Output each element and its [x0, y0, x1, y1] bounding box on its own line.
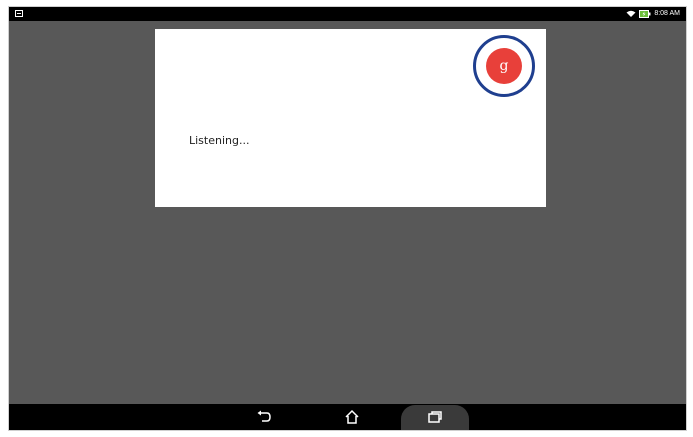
google-g-icon: g [499, 58, 509, 74]
highlight-circle: g [473, 35, 535, 97]
home-button[interactable] [343, 408, 361, 426]
recent-apps-button[interactable] [426, 408, 444, 426]
status-indicators: 8:08 AM [626, 9, 680, 19]
tablet-screen: 8:08 AM g Listening... [8, 6, 687, 431]
battery-charging-icon [639, 10, 651, 18]
home-icon [345, 409, 359, 424]
voice-search-button[interactable]: g [486, 48, 522, 84]
back-icon [257, 410, 271, 422]
back-button[interactable] [255, 408, 273, 426]
notification-icon [15, 10, 23, 17]
wifi-icon [626, 10, 636, 18]
listening-text: Listening... [189, 134, 250, 147]
voice-search-dialog: g Listening... [155, 29, 546, 207]
navigation-bar [9, 404, 686, 430]
recent-apps-icon [428, 411, 442, 423]
status-bar: 8:08 AM [9, 7, 686, 21]
status-time: 8:08 AM [654, 10, 680, 17]
